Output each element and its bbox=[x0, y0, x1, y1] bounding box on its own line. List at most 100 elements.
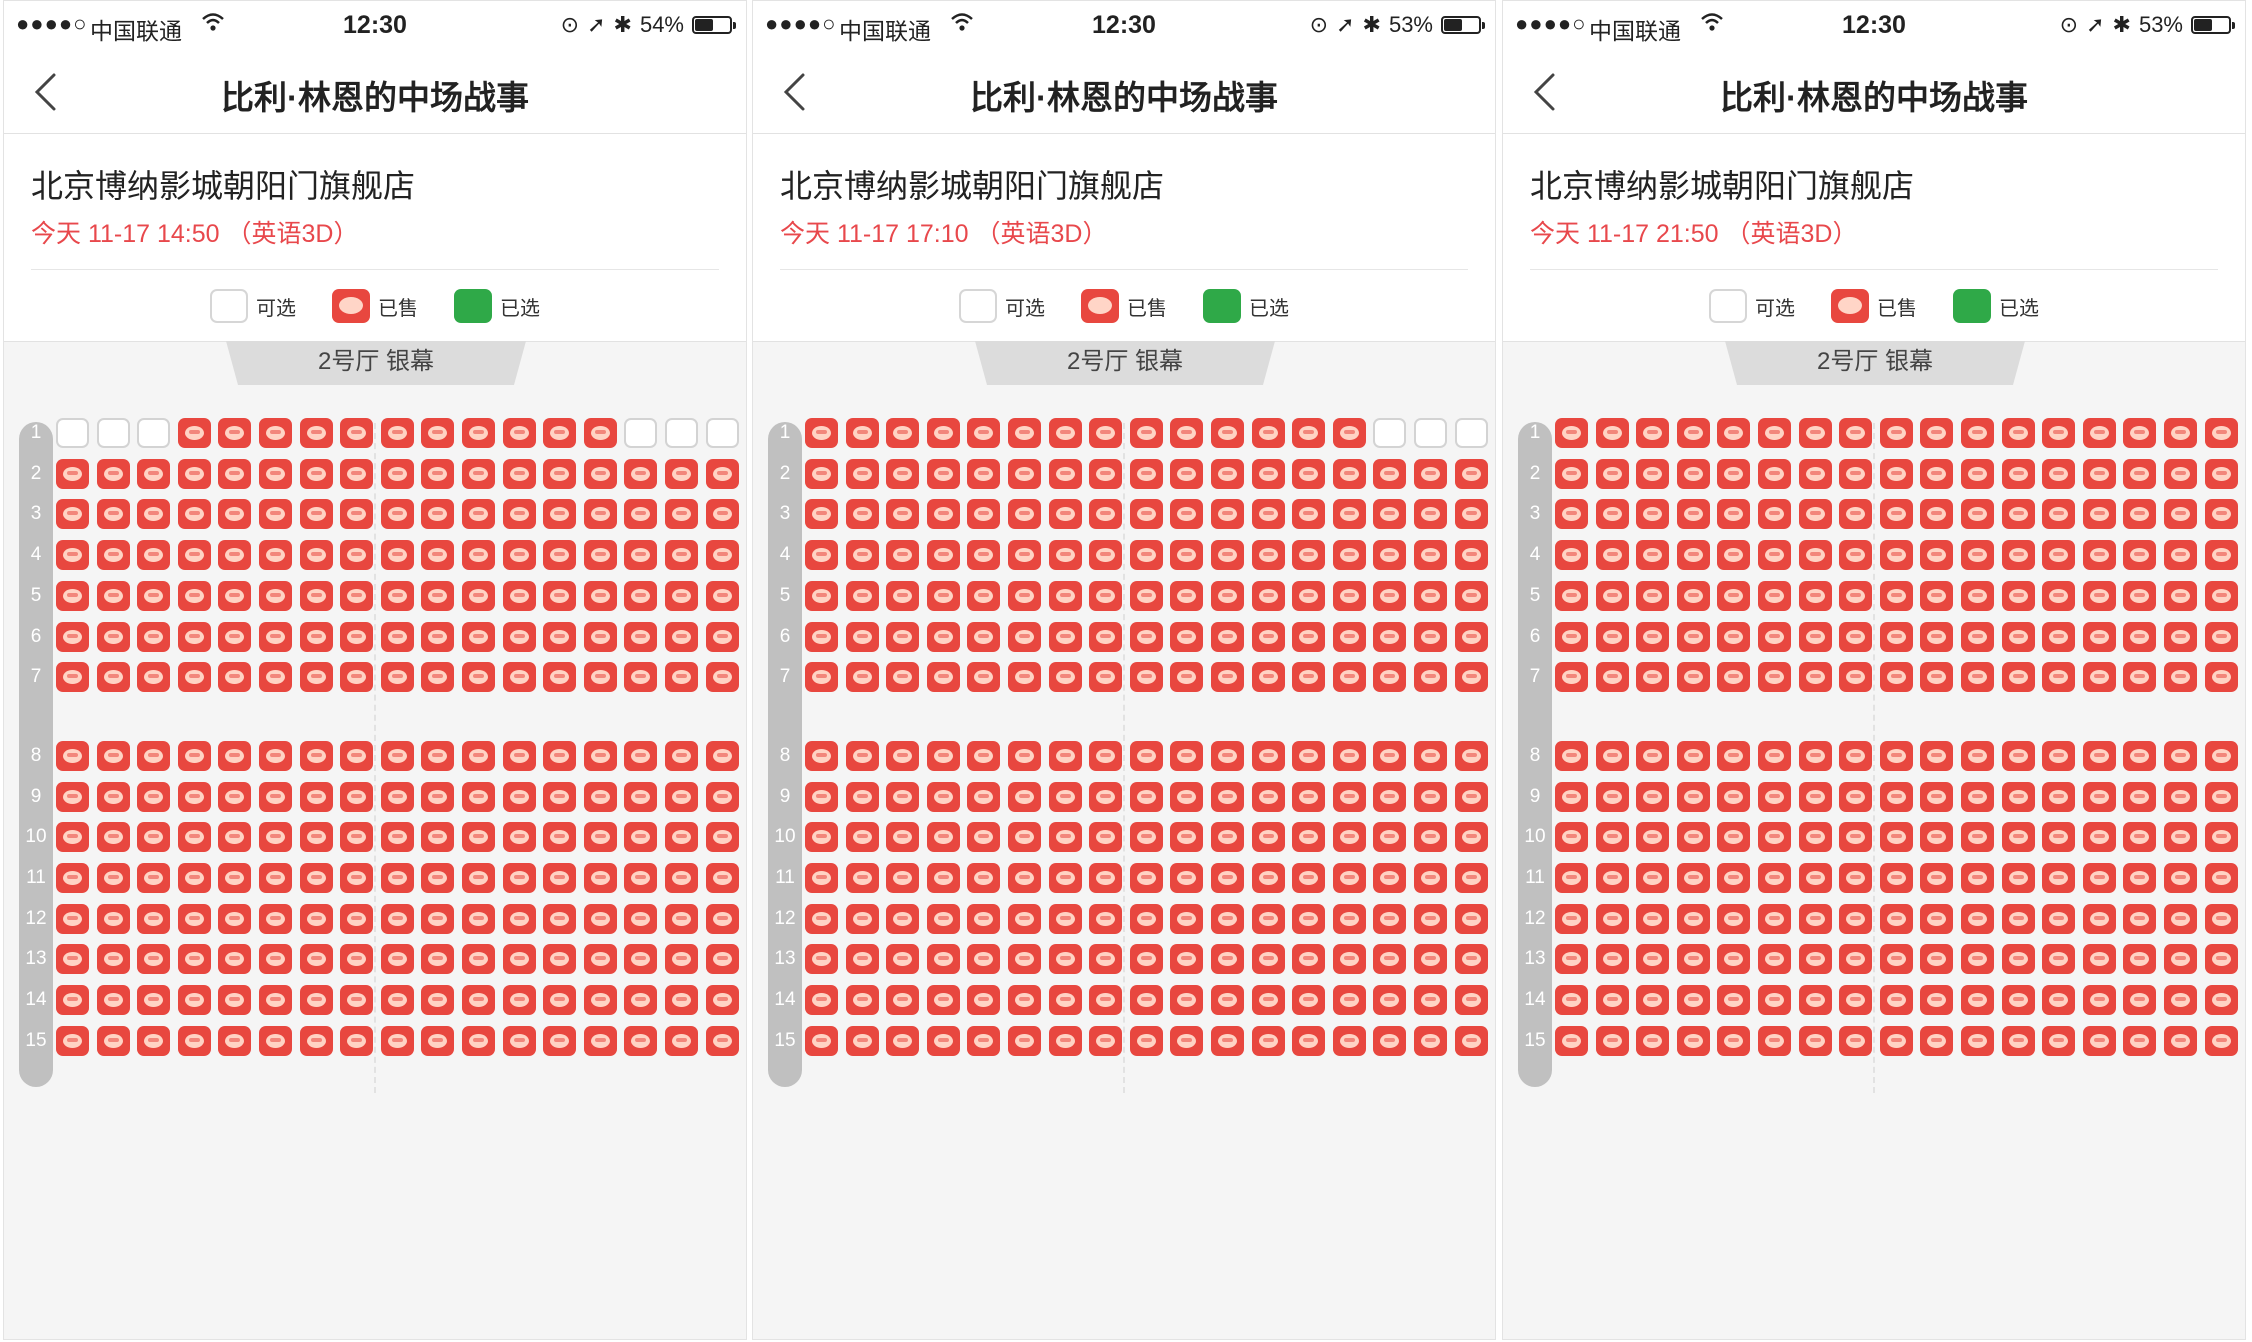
seat-sold[interactable] bbox=[583, 499, 617, 530]
seat-sold[interactable] bbox=[2164, 540, 2197, 571]
seat-sold[interactable] bbox=[1211, 944, 1244, 975]
seat-sold[interactable] bbox=[421, 822, 455, 853]
seat-sold[interactable] bbox=[1454, 822, 1488, 853]
seat-sold[interactable] bbox=[2042, 1025, 2076, 1056]
seat-sold[interactable] bbox=[1676, 458, 1710, 489]
seat-sold[interactable] bbox=[2123, 540, 2157, 571]
seat-sold[interactable] bbox=[1879, 985, 1913, 1016]
seat-sold[interactable] bbox=[1211, 458, 1244, 489]
seat-sold[interactable] bbox=[1251, 540, 1285, 571]
seat-sold[interactable] bbox=[421, 458, 455, 489]
seat-sold[interactable] bbox=[1170, 418, 1204, 448]
seat-sold[interactable] bbox=[665, 580, 698, 611]
seat-sold[interactable] bbox=[705, 1025, 739, 1056]
seat-sold[interactable] bbox=[1717, 985, 1751, 1016]
seat-sold[interactable] bbox=[2164, 781, 2197, 812]
seat-sold[interactable] bbox=[926, 580, 960, 611]
seat-sold[interactable] bbox=[886, 458, 920, 489]
seat-sold[interactable] bbox=[845, 540, 879, 571]
seat-sold[interactable] bbox=[1758, 863, 1791, 893]
seat-sold[interactable] bbox=[380, 580, 414, 611]
seat-sold[interactable] bbox=[1129, 903, 1163, 934]
seat-sold[interactable] bbox=[845, 621, 879, 652]
seat-sold[interactable] bbox=[1332, 580, 1366, 611]
seat-sold[interactable] bbox=[1920, 822, 1954, 853]
seat-sold[interactable] bbox=[1555, 903, 1588, 934]
seat-sold[interactable] bbox=[2042, 662, 2076, 693]
seat-sold[interactable] bbox=[2123, 458, 2157, 489]
seat-sold[interactable] bbox=[1292, 458, 1326, 489]
seat-sold[interactable] bbox=[177, 662, 211, 693]
seat-sold[interactable] bbox=[1758, 903, 1791, 934]
seat-sold[interactable] bbox=[1211, 740, 1244, 771]
seat-sold[interactable] bbox=[2204, 540, 2238, 571]
seat-sold[interactable] bbox=[1170, 903, 1204, 934]
seat-sold[interactable] bbox=[1717, 458, 1751, 489]
seat-sold[interactable] bbox=[299, 944, 333, 975]
seat-sold[interactable] bbox=[218, 621, 252, 652]
seat-sold[interactable] bbox=[1879, 863, 1913, 893]
seat-sold[interactable] bbox=[56, 662, 89, 693]
seat-sold[interactable] bbox=[926, 540, 960, 571]
seat-sold[interactable] bbox=[2204, 1025, 2238, 1056]
seat-sold[interactable] bbox=[1454, 621, 1488, 652]
seat-sold[interactable] bbox=[137, 740, 171, 771]
seat-sold[interactable] bbox=[1008, 540, 1041, 571]
seat-sold[interactable] bbox=[845, 662, 879, 693]
seat-sold[interactable] bbox=[1920, 621, 1954, 652]
seat-sold[interactable] bbox=[259, 580, 292, 611]
seat-sold[interactable] bbox=[1758, 621, 1791, 652]
seat-sold[interactable] bbox=[967, 781, 1001, 812]
seat-sold[interactable] bbox=[1414, 458, 1447, 489]
seat-sold[interactable] bbox=[177, 903, 211, 934]
seat-sold[interactable] bbox=[1251, 418, 1285, 448]
seat-sold[interactable] bbox=[624, 580, 658, 611]
seat-sold[interactable] bbox=[1798, 458, 1832, 489]
seat-sold[interactable] bbox=[1089, 458, 1123, 489]
seat-sold[interactable] bbox=[137, 499, 171, 530]
seat-sold[interactable] bbox=[462, 822, 495, 853]
seat-sold[interactable] bbox=[1798, 662, 1832, 693]
seat-sold[interactable] bbox=[137, 458, 171, 489]
seat-sold[interactable] bbox=[1595, 418, 1629, 448]
seat-sold[interactable] bbox=[705, 499, 739, 530]
seat-sold[interactable] bbox=[2204, 740, 2238, 771]
seat-sold[interactable] bbox=[259, 621, 292, 652]
seat-sold[interactable] bbox=[1758, 1025, 1791, 1056]
seat-sold[interactable] bbox=[1292, 540, 1326, 571]
seat-sold[interactable] bbox=[340, 580, 374, 611]
seat-sold[interactable] bbox=[1089, 662, 1123, 693]
seat-sold[interactable] bbox=[624, 822, 658, 853]
seat-sold[interactable] bbox=[1758, 740, 1791, 771]
seat-sold[interactable] bbox=[1961, 944, 1994, 975]
seat-sold[interactable] bbox=[1798, 418, 1832, 448]
seat-sold[interactable] bbox=[886, 740, 920, 771]
seat-sold[interactable] bbox=[1170, 781, 1204, 812]
seat-sold[interactable] bbox=[1008, 499, 1041, 530]
seat-sold[interactable] bbox=[1292, 944, 1326, 975]
seat-sold[interactable] bbox=[1089, 985, 1123, 1016]
seat-sold[interactable] bbox=[2164, 903, 2197, 934]
seat-sold[interactable] bbox=[1717, 621, 1751, 652]
seat-sold[interactable] bbox=[1089, 863, 1123, 893]
seat-sold[interactable] bbox=[421, 621, 455, 652]
seat-sold[interactable] bbox=[1089, 540, 1123, 571]
seat-sold[interactable] bbox=[1251, 822, 1285, 853]
seat-sold[interactable] bbox=[502, 985, 536, 1016]
seat-sold[interactable] bbox=[1717, 499, 1751, 530]
seat-sold[interactable] bbox=[1251, 1025, 1285, 1056]
seat-sold[interactable] bbox=[502, 580, 536, 611]
seat-sold[interactable] bbox=[1961, 458, 1994, 489]
seat-sold[interactable] bbox=[1211, 540, 1244, 571]
seat-sold[interactable] bbox=[624, 740, 658, 771]
seat-sold[interactable] bbox=[1048, 662, 1082, 693]
seat-sold[interactable] bbox=[805, 1025, 838, 1056]
seat-sold[interactable] bbox=[2123, 740, 2157, 771]
seat-sold[interactable] bbox=[1170, 740, 1204, 771]
seat-sold[interactable] bbox=[543, 781, 577, 812]
seat-sold[interactable] bbox=[1414, 985, 1447, 1016]
seat-sold[interactable] bbox=[1595, 499, 1629, 530]
seat-sold[interactable] bbox=[1758, 662, 1791, 693]
seat-sold[interactable] bbox=[2042, 540, 2076, 571]
seat-sold[interactable] bbox=[583, 944, 617, 975]
